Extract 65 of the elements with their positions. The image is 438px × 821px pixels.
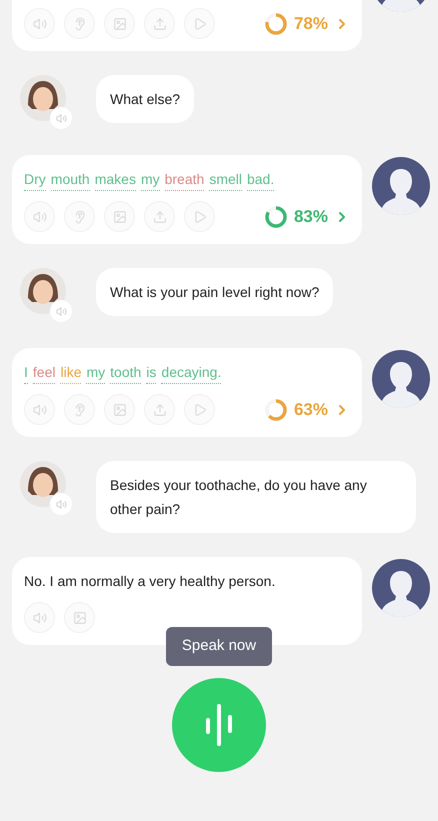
upload-icon	[152, 402, 166, 416]
scored-word: my	[86, 362, 106, 384]
speaker-button[interactable]	[24, 8, 55, 39]
scored-word: Dry	[24, 169, 46, 191]
progress-ring-icon	[264, 398, 288, 422]
message-bubble: Besides your toothache, do you have any other pain?	[96, 461, 416, 533]
play-button[interactable]	[184, 394, 215, 425]
upload-button[interactable]	[144, 394, 175, 425]
message-text: No. I am normally a very healthy person.	[24, 572, 276, 591]
upload-button[interactable]	[144, 201, 175, 232]
message-bubble: What else?	[96, 75, 194, 123]
speaker-icon	[32, 610, 46, 624]
image-button[interactable]	[104, 8, 135, 39]
upload-icon	[152, 16, 166, 30]
scored-word: bad.	[246, 169, 274, 191]
upload-button[interactable]	[144, 8, 175, 39]
score-text: 63%	[294, 398, 328, 421]
image-button[interactable]	[104, 201, 135, 232]
upload-icon	[152, 210, 166, 224]
image-icon	[112, 210, 126, 224]
message-bubble: What is your pain level right now?	[96, 268, 334, 316]
speaker-icon	[32, 402, 46, 416]
speaker-icon[interactable]	[50, 300, 72, 322]
play-icon	[192, 402, 206, 416]
scored-word: decaying.	[161, 362, 222, 384]
image-button[interactable]	[104, 394, 135, 425]
speak-now-tooltip: Speak now	[166, 627, 272, 666]
agent-avatar-icon	[20, 268, 66, 314]
scored-word: is	[146, 362, 156, 384]
scored-word: smell	[209, 169, 242, 191]
ear-button[interactable]	[64, 394, 95, 425]
speaker-icon	[32, 210, 46, 224]
scored-word: makes	[94, 169, 136, 191]
speaker-button[interactable]	[24, 394, 55, 425]
image-icon	[112, 16, 126, 30]
score-text: 83%	[294, 206, 328, 228]
progress-ring-icon	[264, 204, 288, 228]
play-icon	[192, 210, 206, 224]
scored-word: tooth	[110, 362, 142, 384]
scored-word: breath	[164, 169, 204, 191]
scored-word: I	[24, 362, 28, 384]
play-button[interactable]	[184, 8, 215, 39]
score-text: 78%	[294, 12, 328, 35]
agent-avatar-icon	[20, 461, 66, 507]
user-avatar-icon	[372, 559, 430, 617]
play-icon	[192, 16, 206, 30]
user-avatar-icon	[372, 350, 430, 408]
scored-word: mouth	[50, 169, 90, 191]
play-button[interactable]	[184, 201, 215, 232]
ear-button[interactable]	[64, 201, 95, 232]
speaker-icon[interactable]	[50, 107, 72, 129]
speaker-button[interactable]	[24, 602, 55, 633]
ear-button[interactable]	[64, 8, 95, 39]
scored-word: feel	[32, 362, 56, 384]
image-button[interactable]	[64, 602, 95, 633]
scored-word: like	[60, 362, 82, 384]
agent-avatar-icon	[20, 75, 66, 121]
speaker-button[interactable]	[24, 201, 55, 232]
image-icon	[72, 610, 86, 624]
speaker-icon[interactable]	[50, 493, 72, 515]
scored-word: my	[140, 169, 160, 191]
user-avatar-icon	[372, 157, 430, 215]
image-icon	[112, 402, 126, 416]
speaker-icon	[32, 16, 46, 30]
progress-ring-icon	[264, 12, 288, 36]
